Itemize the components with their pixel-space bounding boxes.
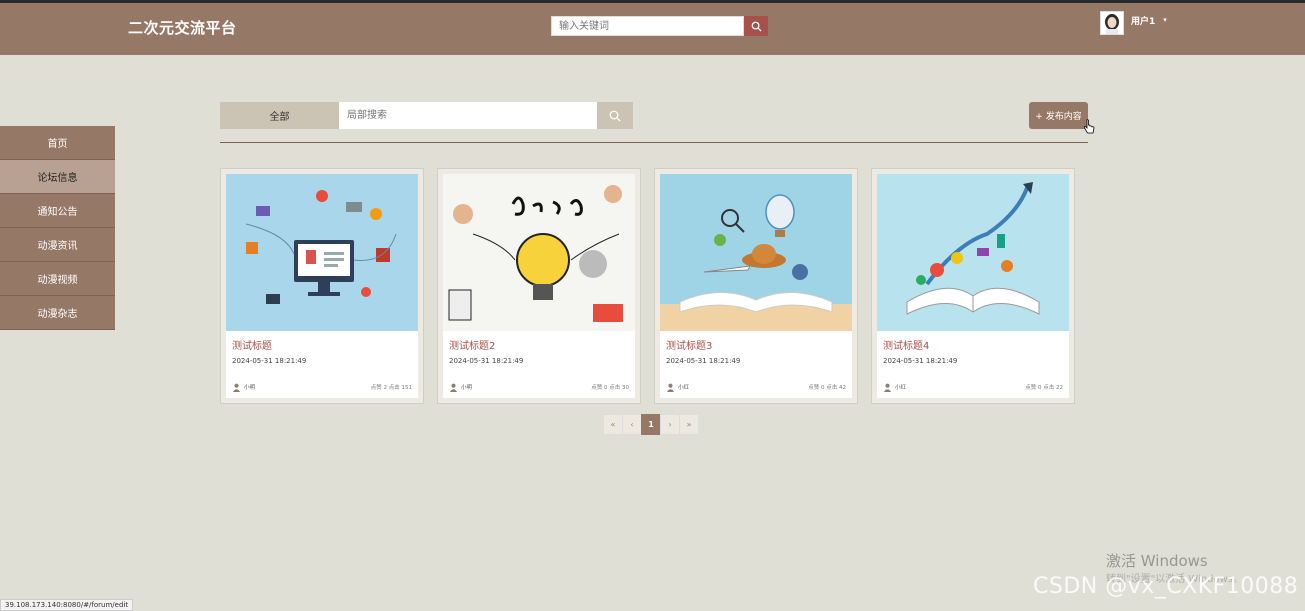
pagination: « ‹ 1 › » [603, 414, 699, 435]
post-stats: 点赞 0 点击 42 [808, 385, 846, 391]
post-author: 小红 [895, 385, 907, 391]
status-bar-url: 39.108.173.140:8080/#/forum/edit [0, 599, 134, 611]
post-title[interactable]: 测试标题2 [443, 331, 635, 353]
windows-activation-title: 激活 Windows [1106, 552, 1208, 570]
post-card[interactable]: 测试标题2 2024-05-31 18:21:49 小明 点赞 0 点击 30 [437, 168, 641, 404]
sidebar-item-anime-video[interactable]: 动漫视频 [0, 262, 115, 296]
first-page-button[interactable]: « [603, 414, 623, 435]
post-date: 2024-05-31 18:21:49 [449, 357, 524, 365]
hand-cursor-icon [1083, 119, 1095, 134]
post-author: 小明 [461, 385, 473, 391]
chevron-down-icon[interactable]: ▾ [1163, 16, 1167, 24]
post-stats: 点赞 0 点击 30 [591, 385, 629, 391]
post-title[interactable]: 测试标题4 [877, 331, 1069, 353]
prev-page-button[interactable]: ‹ [622, 414, 642, 435]
local-search-button[interactable] [597, 102, 633, 129]
avatar[interactable] [1100, 11, 1124, 35]
global-search-input[interactable] [551, 16, 744, 36]
post-author: 小红 [678, 385, 690, 391]
page-number-current[interactable]: 1 [641, 414, 661, 435]
post-thumbnail-image[interactable] [660, 174, 852, 331]
user-name[interactable]: 用户1 [1131, 14, 1155, 27]
user-menu[interactable]: 用户1 ▾ [1100, 11, 1167, 35]
post-card[interactable]: 测试标题4 2024-05-31 18:21:49 小红 点赞 0 点击 22 [871, 168, 1075, 404]
user-icon [666, 383, 675, 392]
sidebar: 首页 论坛信息 通知公告 动漫资讯 动漫视频 动漫杂志 [0, 126, 115, 330]
top-navbar: 二次元交流平台 用户1 ▾ [0, 0, 1305, 55]
post-title[interactable]: 测试标题3 [660, 331, 852, 353]
sidebar-item-notice[interactable]: 通知公告 [0, 194, 115, 228]
post-thumbnail-image[interactable] [443, 174, 635, 331]
post-title[interactable]: 测试标题 [226, 331, 418, 353]
post-date: 2024-05-31 18:21:49 [232, 357, 307, 365]
post-card[interactable]: 测试标题 2024-05-31 18:21:49 小明 点赞 2 点击 151 [220, 168, 424, 404]
site-logo-text[interactable]: 二次元交流平台 [128, 17, 237, 38]
post-stats: 点赞 2 点击 151 [370, 385, 412, 391]
sidebar-item-anime-news[interactable]: 动漫资讯 [0, 228, 115, 262]
user-icon [449, 383, 458, 392]
sidebar-item-home[interactable]: 首页 [0, 126, 115, 160]
post-date: 2024-05-31 18:21:49 [666, 357, 741, 365]
global-search-button[interactable] [744, 16, 768, 36]
user-avatar-icon [1105, 14, 1119, 34]
post-stats: 点赞 0 点击 22 [1025, 385, 1063, 391]
category-all-tab[interactable]: 全部 [220, 102, 339, 129]
search-icon [751, 21, 762, 32]
csdn-watermark: CSDN @vx_CXKF10088 [1033, 574, 1299, 599]
post-date: 2024-05-31 18:21:49 [883, 357, 958, 365]
post-card[interactable]: 测试标题3 2024-05-31 18:21:49 小红 点赞 0 点击 42 [654, 168, 858, 404]
global-search [551, 16, 768, 36]
sidebar-item-forum[interactable]: 论坛信息 [0, 160, 115, 194]
user-icon [883, 383, 892, 392]
publish-content-button[interactable]: + 发布内容 [1029, 102, 1088, 129]
post-author: 小明 [244, 385, 256, 391]
local-search-input[interactable] [339, 102, 597, 129]
next-page-button[interactable]: › [660, 414, 680, 435]
last-page-button[interactable]: » [679, 414, 699, 435]
search-icon [609, 110, 621, 122]
post-thumbnail-image[interactable] [877, 174, 1069, 331]
post-thumbnail-image[interactable] [226, 174, 418, 331]
sidebar-item-anime-magazine[interactable]: 动漫杂志 [0, 296, 115, 330]
divider [220, 142, 1088, 143]
user-icon [232, 383, 241, 392]
